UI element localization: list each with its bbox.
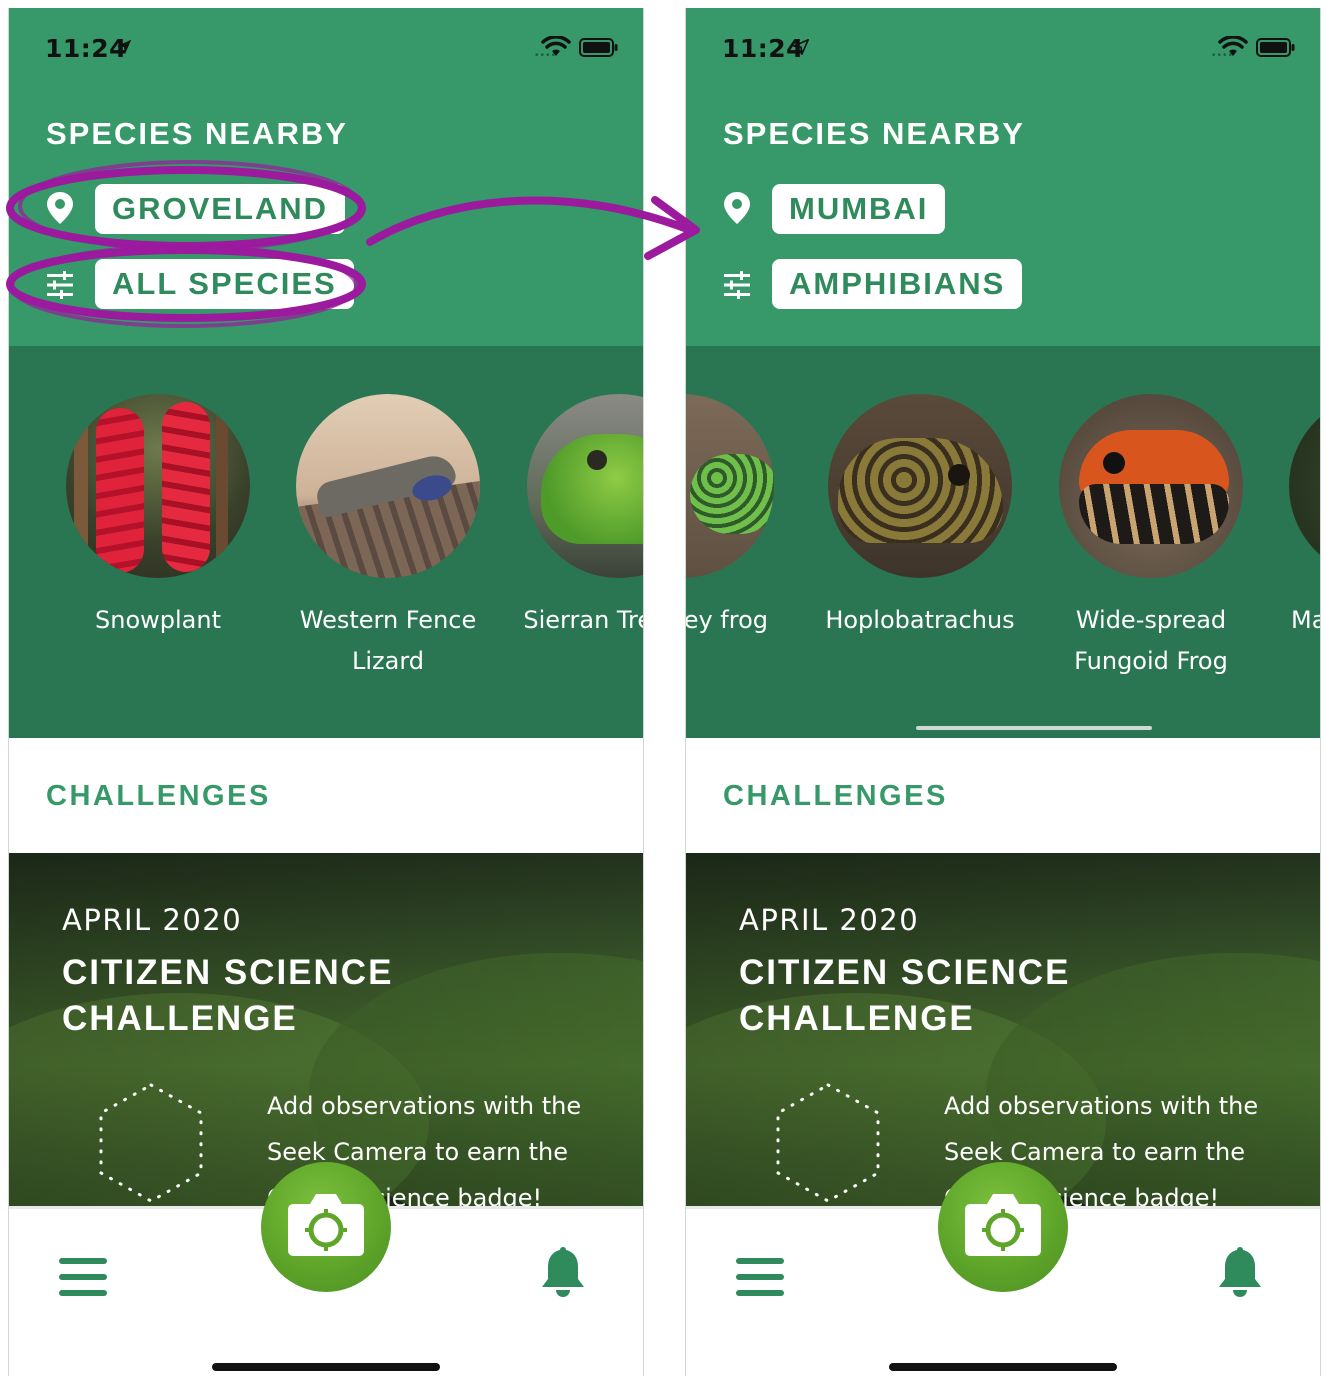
location-arrow-icon xyxy=(792,38,810,56)
species-nearby-title: SPECIES NEARBY xyxy=(723,116,1025,151)
species-nearby-header: 11:24 •••• SPECIES NEARBY GROVELAND ALL … xyxy=(9,8,643,346)
bell-icon[interactable] xyxy=(539,1245,587,1299)
species-card-snowplant[interactable]: Snowplant xyxy=(48,394,268,641)
species-filter-button[interactable]: AMPHIBIANS xyxy=(772,259,1023,309)
species-card-hoplobatrachus[interactable]: Hoplobatrachus xyxy=(810,394,1030,641)
camera-icon xyxy=(288,1194,364,1256)
camera-button[interactable] xyxy=(261,1162,391,1292)
badge-outline-icon xyxy=(776,1083,880,1203)
menu-icon[interactable] xyxy=(736,1257,784,1297)
challenge-title: CITIZEN SCIENCE CHALLENGE xyxy=(739,953,1071,1038)
species-carousel[interactable]: Snowplant Western Fence Lizard Sierran T… xyxy=(9,346,643,738)
wifi-icon xyxy=(541,36,571,56)
challenges-title: CHALLENGES xyxy=(46,780,271,812)
species-name-text: Valley frog xyxy=(686,606,768,634)
location-arrow-icon xyxy=(116,39,132,55)
location-button[interactable]: GROVELAND xyxy=(95,184,346,234)
home-indicator xyxy=(889,1363,1117,1371)
challenge-title: CITIZEN SCIENCE CHALLENGE xyxy=(62,953,394,1038)
species-photo xyxy=(1059,394,1243,578)
species-photo xyxy=(296,394,480,578)
species-filter-button[interactable]: ALL SPECIES xyxy=(95,259,354,309)
species-card-wide-spread-fungoid-frog[interactable]: Wide-spread Fungoid Frog xyxy=(1041,394,1261,682)
challenge-card[interactable]: APRIL 2020 CITIZEN SCIENCE CHALLENGE Add… xyxy=(686,853,1320,1208)
species-nearby-title: SPECIES NEARBY xyxy=(46,116,348,151)
menu-icon[interactable] xyxy=(59,1257,107,1297)
species-name: Snowplant xyxy=(95,606,221,634)
bell-icon[interactable] xyxy=(1216,1245,1264,1299)
species-name: Hoplobatrachus xyxy=(825,606,1015,634)
battery-icon xyxy=(1256,38,1295,57)
species-name: Ma xyxy=(1271,600,1320,641)
species-name: Sierran Treefrog xyxy=(523,606,643,634)
species-card-valley-frog[interactable]: Valley frog xyxy=(686,394,792,641)
species-carousel[interactable]: Valley frog Hoplobatrachus Wide-spread F… xyxy=(686,346,1320,738)
wifi-icon xyxy=(1218,36,1248,56)
challenge-card[interactable]: APRIL 2020 CITIZEN SCIENCE CHALLENGE Add… xyxy=(9,853,643,1208)
species-name: Valley frog xyxy=(686,600,792,641)
phone-screen-mumbai: 11:24 •••• SPECIES NEARBY MUMBAI AMPHIBI… xyxy=(685,8,1321,1376)
camera-icon xyxy=(965,1194,1041,1256)
filter-sliders-icon xyxy=(724,271,750,299)
map-pin-icon xyxy=(724,192,750,224)
species-photo xyxy=(66,394,250,578)
species-name: Western Fence Lizard xyxy=(299,606,477,675)
carousel-scroll-indicator xyxy=(916,726,1152,730)
species-photo xyxy=(686,394,774,578)
species-card-sierran-treefrog[interactable]: Sierran Treefrog xyxy=(509,394,643,641)
location-button[interactable]: MUMBAI xyxy=(772,184,946,234)
battery-icon xyxy=(579,38,618,57)
species-card-western-fence-lizard[interactable]: Western Fence Lizard xyxy=(278,394,498,682)
phone-screen-groveland: 11:24 •••• SPECIES NEARBY GROVELAND ALL … xyxy=(8,8,644,1376)
badge-outline-icon xyxy=(99,1083,203,1203)
species-nearby-header: 11:24 •••• SPECIES NEARBY MUMBAI AMPHIBI… xyxy=(686,8,1320,346)
filter-sliders-icon xyxy=(47,271,73,299)
home-indicator xyxy=(212,1363,440,1371)
camera-button[interactable] xyxy=(938,1162,1068,1292)
species-card-partial[interactable]: Ma xyxy=(1271,394,1320,641)
species-photo xyxy=(1289,394,1320,578)
species-photo xyxy=(828,394,1012,578)
challenge-month: APRIL 2020 xyxy=(739,903,920,937)
challenge-month: APRIL 2020 xyxy=(62,903,243,937)
challenges-title: CHALLENGES xyxy=(723,780,948,812)
species-name-text: Ma xyxy=(1291,606,1320,634)
species-photo xyxy=(527,394,643,578)
species-name: Wide-spread Fungoid Frog xyxy=(1074,606,1228,675)
map-pin-icon xyxy=(47,192,73,224)
